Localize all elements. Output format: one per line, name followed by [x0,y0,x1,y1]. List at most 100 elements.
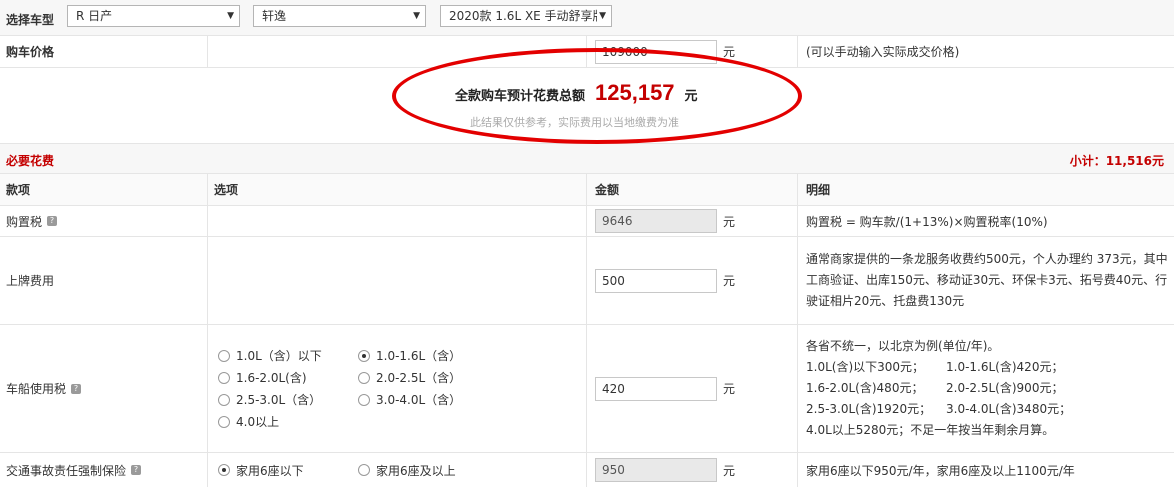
column-header-amount: 金额 [587,174,798,205]
registration-unit: 元 [723,274,736,288]
registration-detail-line: 工商验证、出库150元、移动证30元、环保卡3元、拓号费40元、行 [806,273,1168,287]
radio-option[interactable]: 家用6座以下 [218,461,358,480]
radio-label: 1.0L（含）以下 [236,349,322,363]
radio-icon[interactable] [218,464,230,476]
total-disclaimer: 此结果仅供参考，实际费用以当地缴费为准 [470,116,679,129]
vehicle-tax-amount-cell: 420 元 [587,325,798,452]
model-select[interactable]: 2020款 1.6L XE 手动舒享版 ▼ [440,5,612,27]
radio-option[interactable]: 2.0-2.5L（含） [358,368,478,387]
radio-label: 3.0-4.0L（含） [376,393,462,407]
vehicle-tax-options-cell: 1.0L（含）以下 1.0-1.6L（含） 1.6-2.0L(含) 2.0-2.… [208,325,587,452]
table-row-purchase-tax: 购置税 ? 9646 元 购置税 = 购车款/(1+13%)×购置税率(10%) [0,206,1174,237]
detail-text: 1.0L(含)以下300元； [806,360,925,374]
dropdown-arrow-icon: ▼ [597,6,606,26]
price-options-cell [208,36,587,67]
detail-text: 1.6-2.0L(含)480元； [806,381,924,395]
insurance-input: 950 [595,458,717,482]
vehicle-tax-detail-cell: 各省不统一，以北京为例(单位/年)。 1.0L(含)以下300元； 1.0-1.6… [798,325,1174,452]
insurance-amount-cell: 950 元 [587,453,798,487]
vehicle-tax-detail-end: 4.0L以上5280元；不足一年按当年剩余月算。 [806,423,1055,437]
radio-icon[interactable] [358,349,370,362]
insurance-label-cell: 交通事故责任强制保险 ? [0,453,208,487]
vehicle-tax-label: 车船使用税 [6,382,67,396]
radio-option[interactable]: 1.0-1.6L（含） [358,346,478,365]
registration-detail-line: 驶证相片20元、托盘费130元 [806,294,965,308]
purchase-tax-unit: 元 [723,214,736,229]
radio-label: 1.0-1.6L（含） [376,349,462,363]
radio-icon[interactable] [218,349,230,362]
radio-option[interactable]: 1.6-2.0L(含) [218,368,358,387]
vehicle-tax-input[interactable]: 420 [595,376,717,401]
registration-detail-cell: 通常商家提供的一条龙服务收费约500元，个人办理约 373元，其中 工商验证、出… [798,237,1174,324]
series-select-value: 轩逸 [262,9,287,23]
radio-icon[interactable] [358,371,370,384]
radio-option[interactable]: 2.5-3.0L（含） [218,390,358,409]
radio-label: 4.0以上 [236,415,280,429]
radio-icon[interactable] [358,464,370,476]
vehicle-tax-detail-pair: 1.6-2.0L(含)480元； 2.0-2.5L(含)900元； [806,378,1071,399]
table-row-vehicle-tax: 车船使用税 ? 1.0L（含）以下 1.0-1.6L（含） 1.6-2.0L(含… [0,325,1174,453]
radio-icon[interactable] [218,371,230,384]
series-select[interactable]: 轩逸 ▼ [253,5,426,27]
vehicle-tax-detail-pair: 2.5-3.0L(含)1920元； 3.0-4.0L(含)3480元； [806,399,1071,420]
vehicle-tax-label-cell: 车船使用税 ? [0,325,208,452]
radio-option[interactable]: 4.0以上 [218,412,358,431]
insurance-detail: 家用6座以下950元/年，家用6座及以上1100元/年 [806,463,1075,478]
detail-text: 2.5-3.0L(含)1920元； [806,402,932,416]
table-row-registration: 上牌费用 500 元 通常商家提供的一条龙服务收费约500元，个人办理约 373… [0,237,1174,325]
section-subtotal: 小计：11,516元 [1069,154,1164,168]
total-label: 全款购车预计花费总额 [455,89,586,104]
vehicle-tax-detail-pair: 1.0L(含)以下300元； 1.0-1.6L(含)420元； [806,357,1071,378]
vehicle-tax-unit: 元 [723,382,736,396]
radio-icon[interactable] [218,393,230,406]
registration-amount-cell: 500 元 [587,237,798,324]
radio-icon[interactable] [218,415,230,428]
price-amount-cell: 109000 元 [587,36,798,67]
price-note: (可以手动输入实际成交价格) [806,45,960,59]
total-line: 全款购车预计花费总额 125,157 元 [455,80,698,106]
radio-label: 家用6座以下 [236,463,304,478]
registration-label: 上牌费用 [0,237,208,324]
total-summary: 全款购车预计花费总额 125,157 元 此结果仅供参考，实际费用以当地缴费为准 [0,68,1174,144]
radio-option[interactable]: 3.0-4.0L（含） [358,390,478,409]
brand-select[interactable]: R 日产 ▼ [67,5,240,27]
detail-text: 3.0-4.0L(含)3480元； [946,402,1072,416]
registration-options [208,237,587,324]
help-icon[interactable]: ? [47,216,58,226]
help-icon[interactable]: ? [131,465,142,475]
vehicle-tax-detail: 各省不统一，以北京为例(单位/年)。 1.0L(含)以下300元； 1.0-1.6… [806,336,1071,441]
radio-option[interactable]: 1.0L（含）以下 [218,346,358,365]
radio-option[interactable]: 家用6座及以上 [358,461,478,480]
purchase-tax-label-cell: 购置税 ? [0,206,208,236]
price-input[interactable]: 109000 [595,39,717,64]
engine-size-radio-group: 1.0L（含）以下 1.0-1.6L（含） 1.6-2.0L(含) 2.0-2.… [208,346,478,431]
radio-label: 1.6-2.0L(含) [236,371,307,385]
help-icon[interactable]: ? [71,383,82,394]
dropdown-arrow-icon: ▼ [227,11,234,21]
registration-input[interactable]: 500 [595,268,717,293]
total-value: 125,157 [595,80,675,105]
table-row-insurance: 交通事故责任强制保险 ? 家用6座以下 家用6座及以上 950 元 家用6座以下… [0,453,1174,487]
purchase-tax-detail: 购置税 = 购车款/(1+13%)×购置税率(10%) [806,214,1048,229]
insurance-options-cell: 家用6座以下 家用6座及以上 [208,453,587,487]
radio-icon[interactable] [358,393,370,406]
radio-label: 2.0-2.5L（含） [376,371,462,385]
registration-detail-line: 通常商家提供的一条龙服务收费约500元，个人办理约 373元，其中 [806,252,1168,266]
insurance-unit: 元 [723,463,736,478]
registration-detail: 通常商家提供的一条龙服务收费约500元，个人办理约 373元，其中 工商验证、出… [806,249,1168,312]
column-header-detail: 明细 [806,183,831,197]
seat-radio-group: 家用6座以下 家用6座及以上 [208,461,478,480]
brand-select-value: R 日产 [76,9,113,23]
column-header-option: 选项 [208,174,587,205]
dropdown-arrow-icon: ▼ [413,11,420,21]
selector-label: 选择车型 [6,13,55,27]
vehicle-tax-detail-intro: 各省不统一，以北京为例(单位/年)。 [806,339,1000,353]
purchase-tax-options [208,206,587,236]
column-header-item: 款项 [0,174,208,205]
section-title: 必要花费 [6,154,55,168]
radio-label: 家用6座及以上 [376,463,456,478]
price-unit: 元 [723,45,736,59]
detail-text: 2.0-2.5L(含)900元； [946,381,1064,395]
model-select-value: 2020款 1.6L XE 手动舒享版 [449,9,605,23]
price-label: 购车价格 [0,36,208,67]
